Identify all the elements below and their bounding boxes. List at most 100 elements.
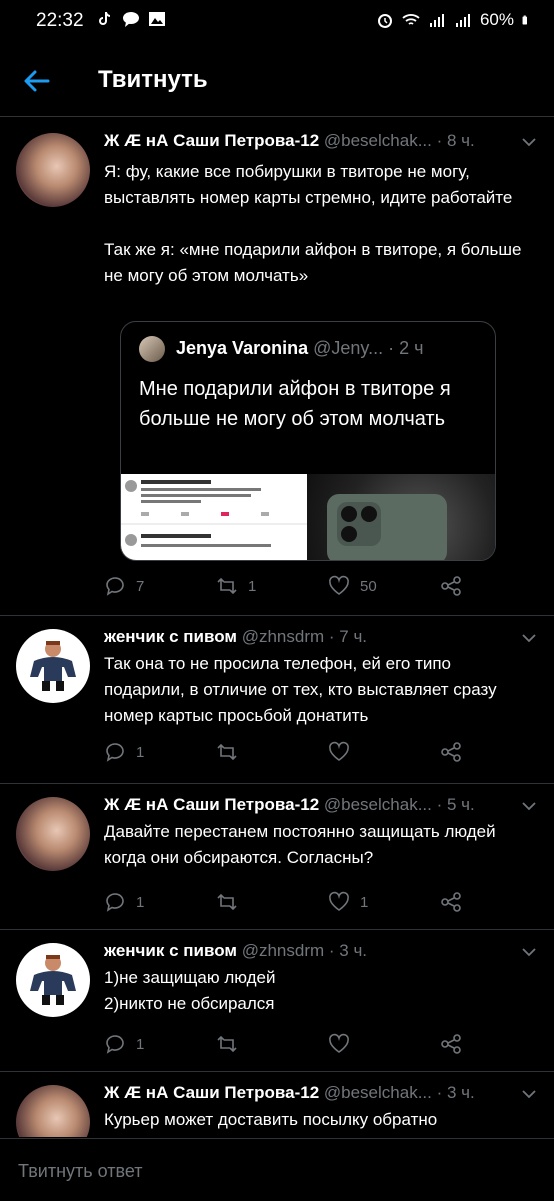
tweet-text: Давайте перестанем постоянно защищать лю… xyxy=(104,822,496,867)
retweet-icon xyxy=(217,743,237,761)
author-handle[interactable]: @beselchak... xyxy=(324,131,432,150)
signal-icon xyxy=(455,14,470,27)
avatar[interactable] xyxy=(16,1085,90,1137)
battery-icon xyxy=(522,15,527,25)
share-icon xyxy=(441,1034,461,1054)
tweet-text: Курьер может доставить посылку обратно о… xyxy=(104,1110,480,1137)
share-button[interactable] xyxy=(440,891,462,913)
author-name[interactable]: Ж Æ нА Саши Петрова-12 xyxy=(104,795,319,814)
tweet[interactable]: Ж Æ нА Саши Петрова-12 @beselchak... · 3… xyxy=(0,1071,554,1137)
like-button[interactable]: 1 xyxy=(328,891,368,913)
tweet[interactable]: женчик с пивом @zhnsdrm · 3 ч. 1)не защи… xyxy=(0,929,554,1072)
retweet-icon xyxy=(217,893,237,911)
page-title: Твитнуть xyxy=(98,66,208,93)
status-time: 22:32 xyxy=(36,10,84,31)
heart-icon xyxy=(329,741,349,761)
share-button[interactable] xyxy=(440,1033,462,1055)
retweet-button[interactable] xyxy=(216,741,248,763)
reply-button[interactable]: 1 xyxy=(104,891,144,913)
quoted-tweet[interactable]: Jenya Varonina @Jeny... · 2 ч Мне подари… xyxy=(120,321,496,561)
author-handle[interactable]: @beselchak... xyxy=(324,795,432,814)
tweet-actions: 1 1 xyxy=(104,891,484,919)
reply-thread: Ж Æ нА Саши Петрова-12 @beselchak... · 8… xyxy=(0,117,554,1137)
chevron-down-icon[interactable] xyxy=(522,947,536,957)
author-name[interactable]: женчик с пивом xyxy=(104,627,237,646)
phone-illustration xyxy=(327,494,447,560)
share-icon xyxy=(441,742,461,762)
quoted-author-handle: @Jeny... xyxy=(313,337,384,358)
quoted-time: · 2 ч xyxy=(388,337,424,358)
quoted-avatar xyxy=(139,336,165,362)
avatar[interactable] xyxy=(16,797,90,871)
screenshot-illustration xyxy=(121,480,307,547)
alarm-icon xyxy=(377,14,392,28)
author-name[interactable]: Ж Æ нА Саши Петрова-12 xyxy=(104,1083,319,1102)
retweet-button[interactable] xyxy=(216,1033,248,1055)
quoted-author-name: Jenya Varonina xyxy=(176,337,309,358)
tweet-time: · 8 ч. xyxy=(436,131,475,150)
tweet-time: · 3 ч. xyxy=(328,941,368,960)
reply-count: 1 xyxy=(136,1035,145,1053)
avatar[interactable] xyxy=(16,133,90,207)
avatar[interactable] xyxy=(16,943,90,1017)
top-app-bar: Твитнуть xyxy=(0,44,554,117)
tweet-text: 1)не защищаю людей 2)никто не обсирался xyxy=(104,968,276,1013)
retweet-icon xyxy=(217,577,237,595)
reply-button[interactable]: 7 xyxy=(104,575,144,597)
tweet-actions: 7 1 50 xyxy=(104,575,484,603)
avatar[interactable] xyxy=(16,629,90,703)
reply-icon xyxy=(106,743,124,762)
tweet-text: Я: фу, какие все побирушки в твиторе не … xyxy=(104,162,522,285)
share-button[interactable] xyxy=(440,575,462,597)
heart-icon xyxy=(329,1033,349,1053)
share-icon xyxy=(441,892,461,912)
tweet[interactable]: женчик с пивом @zhnsdrm · 7 ч. Так она т… xyxy=(0,615,554,784)
like-button[interactable]: 50 xyxy=(328,575,377,597)
like-button[interactable] xyxy=(328,741,360,763)
tweet-time: · 5 ч. xyxy=(436,795,475,814)
share-button[interactable] xyxy=(440,741,462,763)
reply-count: 1 xyxy=(136,743,145,761)
like-count: 1 xyxy=(360,893,369,911)
avatar-image xyxy=(30,641,76,691)
reply-input[interactable] xyxy=(16,1151,540,1191)
chevron-down-icon[interactable] xyxy=(522,1089,536,1099)
chevron-down-icon[interactable] xyxy=(522,801,536,811)
tweet-actions: 1 xyxy=(104,741,484,769)
phone-photo xyxy=(307,474,495,560)
author-name[interactable]: Ж Æ нА Саши Петрова-12 xyxy=(104,131,319,150)
avatar-image xyxy=(30,955,76,1005)
share-icon xyxy=(441,576,461,596)
author-handle[interactable]: @beselchak... xyxy=(324,1083,432,1102)
reply-icon xyxy=(106,1035,124,1054)
quoted-media[interactable] xyxy=(121,474,495,560)
tweet-time: · 3 ч. xyxy=(436,1083,475,1102)
tiktok-icon xyxy=(99,11,111,25)
tweet[interactable]: Ж Æ нА Саши Петрова-12 @beselchak... · 5… xyxy=(0,783,554,930)
retweet-count: 1 xyxy=(248,577,257,595)
heart-icon xyxy=(329,891,349,911)
tweet[interactable]: Ж Æ нА Саши Петрова-12 @beselchak... · 8… xyxy=(0,117,554,616)
author-name[interactable]: женчик с пивом xyxy=(104,941,237,960)
gallery-icon xyxy=(149,12,165,26)
wifi-icon xyxy=(402,14,420,25)
reply-button[interactable]: 1 xyxy=(104,1033,144,1055)
battery-percent: 60% xyxy=(479,10,514,29)
like-button[interactable] xyxy=(328,1033,360,1055)
chevron-down-icon[interactable] xyxy=(522,633,536,643)
chat-bubble-icon xyxy=(123,12,139,27)
reply-composer xyxy=(0,1138,554,1201)
retweet-button[interactable]: 1 xyxy=(216,575,256,597)
status-bar: 22:32 60% xyxy=(0,0,554,44)
author-handle[interactable]: @zhnsdrm xyxy=(242,941,324,960)
retweet-button[interactable] xyxy=(216,891,248,913)
reply-count: 1 xyxy=(136,893,145,911)
like-count: 50 xyxy=(360,577,377,595)
chevron-down-icon[interactable] xyxy=(522,137,536,147)
back-arrow-icon[interactable] xyxy=(22,66,52,96)
reply-button[interactable]: 1 xyxy=(104,741,144,763)
reply-icon xyxy=(106,577,124,596)
tweet-actions: 1 xyxy=(104,1033,484,1061)
tweet-text: Так она то не просила телефон, ей его ти… xyxy=(104,654,497,725)
author-handle[interactable]: @zhnsdrm xyxy=(242,627,324,646)
